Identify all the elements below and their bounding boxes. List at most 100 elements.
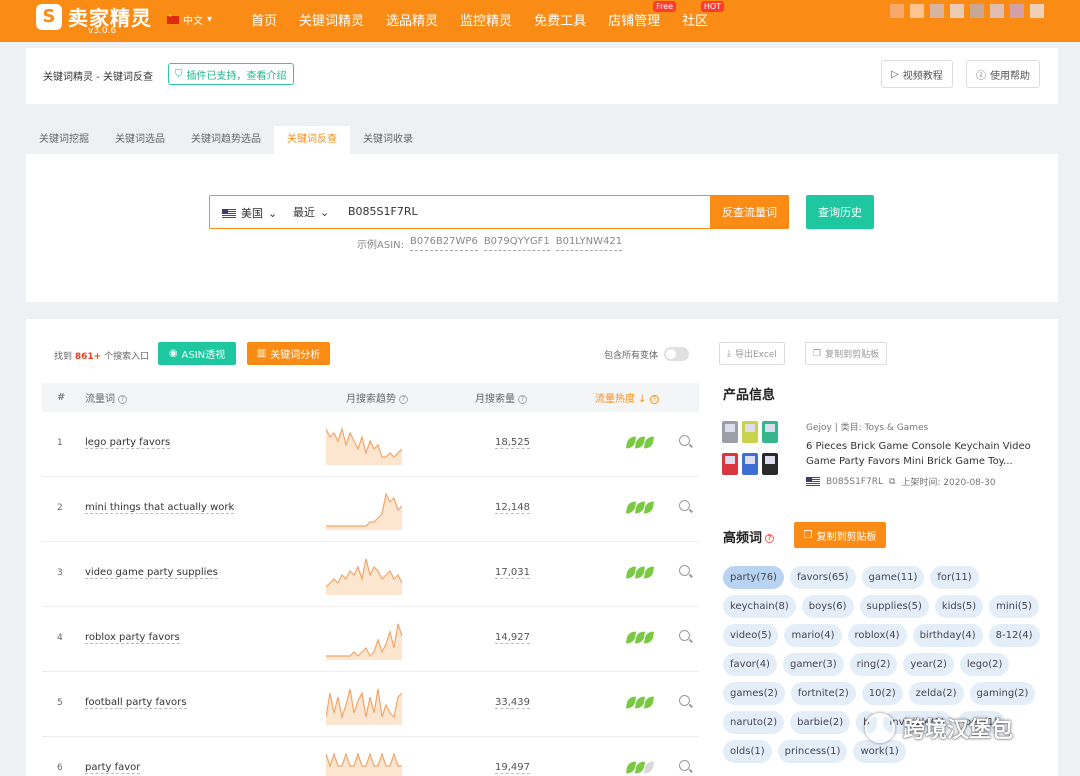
country-select[interactable]: 美国 ⌄ xyxy=(222,205,277,221)
help-icon: ? xyxy=(765,534,775,543)
product-image[interactable] xyxy=(722,419,784,481)
trend-sparkline[interactable] xyxy=(326,555,402,597)
example-asin-link[interactable]: B076B27WP6 xyxy=(410,236,478,251)
keyword-chip[interactable]: games(2) xyxy=(723,682,785,705)
nav-item-keyword[interactable]: 关键词精灵 xyxy=(299,10,364,29)
keyword-chip[interactable]: princess(1) xyxy=(777,740,848,763)
search-icon[interactable] xyxy=(679,760,690,771)
search-icon[interactable] xyxy=(679,695,690,706)
example-asin-link[interactable]: B079QYYGF1 xyxy=(483,236,550,251)
keyword-chip[interactable]: lego(2) xyxy=(959,653,1010,676)
tab-keyword-product[interactable]: 关键词选品 xyxy=(102,126,178,154)
asin-input[interactable] xyxy=(348,205,698,218)
trend-sparkline[interactable] xyxy=(326,490,402,532)
search-icon[interactable] xyxy=(679,500,690,511)
row-keyword[interactable]: mini things that actually work xyxy=(85,502,235,514)
keyword-chip[interactable]: supplies(5) xyxy=(859,595,929,618)
video-tutorial-button[interactable]: ▷ 视频教程 xyxy=(881,60,953,88)
table-row: 4 roblox party favors 14,927 xyxy=(42,607,699,672)
tab-keyword-reverse[interactable]: 关键词反查 xyxy=(274,126,350,154)
row-volume[interactable]: 14,927 xyxy=(495,632,530,644)
nav-item-free-tools[interactable]: 免费工具 xyxy=(534,10,586,29)
row-keyword[interactable]: party favor xyxy=(85,762,141,774)
nav-item-monitor[interactable]: 监控精灵 xyxy=(460,10,512,29)
reverse-search-button[interactable]: 反查流量词 xyxy=(710,195,789,229)
row-index: 4 xyxy=(57,633,63,643)
period-select[interactable]: 最近 ⌄ xyxy=(293,204,329,220)
keyword-chip[interactable]: favors(65) xyxy=(789,566,856,589)
search-icon[interactable] xyxy=(679,565,690,576)
keyword-chip[interactable]: fortnite(2) xyxy=(790,682,856,705)
product-brand[interactable]: Gejoy xyxy=(806,423,832,433)
keyword-analysis-button[interactable]: ▥ 关键词分析 xyxy=(247,342,330,365)
keyword-chip[interactable]: gaming(2) xyxy=(969,682,1036,705)
hot-leaves xyxy=(625,760,655,775)
keyword-chip[interactable]: 10(2) xyxy=(861,682,903,705)
search-panel: 关键词挖掘 关键词选品 关键词趋势选品 关键词反查 关键词收录 美国 ⌄ 最近 … xyxy=(26,126,1058,302)
nav-item-home[interactable]: 首页 xyxy=(251,10,277,29)
copy-clipboard-button[interactable]: ❐ 复制到剪贴板 xyxy=(805,342,888,365)
tab-keyword-mining[interactable]: 关键词挖掘 xyxy=(26,126,102,154)
keyword-chip[interactable]: game(11) xyxy=(861,566,925,589)
trend-sparkline[interactable] xyxy=(326,685,402,727)
keyword-chip[interactable]: favor(4) xyxy=(723,653,777,676)
row-keyword[interactable]: football party favors xyxy=(85,697,187,709)
keyword-chip[interactable]: zelda(2) xyxy=(908,682,964,705)
leaf-icon xyxy=(643,760,655,775)
product-asin[interactable]: B085S1F7RL xyxy=(826,477,883,487)
keyword-chip[interactable]: keychain(8) xyxy=(723,595,796,618)
asin-insight-button[interactable]: ◉ ASIN透视 xyxy=(158,342,236,365)
keyword-chip[interactable]: 8-12(4) xyxy=(988,624,1040,647)
plugin-support-badge[interactable]: ⛉ 插件已支持，查看介绍 xyxy=(168,63,294,85)
tab-keyword-index[interactable]: 关键词收录 xyxy=(350,126,426,154)
keyword-chip[interactable]: naruto(2) xyxy=(723,711,785,734)
user-area-blurred[interactable] xyxy=(890,4,1044,18)
found-number: 861+ xyxy=(74,352,102,362)
nav-item-product[interactable]: 选品精灵 xyxy=(386,10,438,29)
keyword-chip[interactable]: roblox(4) xyxy=(847,624,907,647)
row-volume[interactable]: 17,031 xyxy=(495,567,530,579)
keyword-chip[interactable]: mini(5) xyxy=(989,595,1039,618)
row-volume[interactable]: 33,439 xyxy=(495,697,530,709)
export-excel-button[interactable]: ⤓ 导出Excel xyxy=(719,342,785,365)
row-keyword[interactable]: video game party supplies xyxy=(85,567,218,579)
search-icon[interactable] xyxy=(679,435,690,446)
keyword-chip[interactable]: boys(6) xyxy=(801,595,854,618)
search-icon[interactable] xyxy=(679,630,690,641)
col-trend[interactable]: 月搜索趋势? xyxy=(346,390,408,405)
copy-high-freq-button[interactable]: ❐ 复制到剪贴板 xyxy=(794,522,886,548)
language-selector[interactable]: 中文 ▾ xyxy=(167,12,212,27)
keyword-chip[interactable]: gamer(3) xyxy=(782,653,844,676)
row-volume[interactable]: 12,148 xyxy=(495,502,530,514)
tab-keyword-trend[interactable]: 关键词趋势选品 xyxy=(178,126,274,154)
keyword-chip[interactable]: party(76) xyxy=(723,566,784,589)
keyword-chip[interactable]: olds(1) xyxy=(723,740,772,763)
trend-sparkline[interactable] xyxy=(326,750,402,776)
example-asin-link[interactable]: B01LYNW421 xyxy=(555,236,623,251)
row-keyword[interactable]: lego party favors xyxy=(85,437,171,449)
keyword-chip[interactable]: video(5) xyxy=(723,624,779,647)
row-volume[interactable]: 19,497 xyxy=(495,762,530,774)
product-title[interactable]: 6 Pieces Brick Game Console Keychain Vid… xyxy=(806,439,1038,469)
keyword-chip[interactable]: ring(2) xyxy=(849,653,898,676)
variants-toggle[interactable] xyxy=(664,347,690,361)
keyword-chip[interactable]: for(11) xyxy=(930,566,979,589)
col-volume[interactable]: 月搜索量? xyxy=(475,390,527,405)
col-keyword[interactable]: 流量词? xyxy=(85,390,127,405)
keyword-chip[interactable]: year(2) xyxy=(903,653,954,676)
keyword-chip[interactable]: kids(5) xyxy=(934,595,984,618)
keyword-chip[interactable]: barbie(2) xyxy=(790,711,851,734)
col-hot[interactable]: 流量热度 ↓? xyxy=(595,390,659,405)
keyword-chip[interactable]: birthday(4) xyxy=(912,624,983,647)
help-button[interactable]: ⓘ 使用帮助 xyxy=(966,60,1040,88)
keyword-chip[interactable]: mario(4) xyxy=(784,624,842,647)
language-label: 中文 xyxy=(183,16,203,27)
nav-item-community[interactable]: 社区 HOT xyxy=(682,1,725,29)
row-volume[interactable]: 18,525 xyxy=(495,437,530,449)
row-keyword[interactable]: roblox party favors xyxy=(85,632,180,644)
nav-item-store[interactable]: 店铺管理 Free xyxy=(608,1,677,29)
query-history-button[interactable]: 查询历史 xyxy=(806,195,874,229)
trend-sparkline[interactable] xyxy=(326,620,402,662)
trend-sparkline[interactable] xyxy=(326,425,402,467)
external-link-icon[interactable]: ⧉ xyxy=(889,477,895,487)
